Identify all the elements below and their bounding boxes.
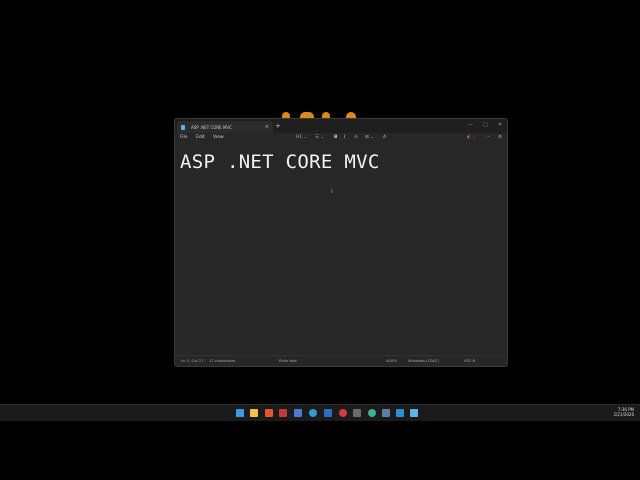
italic-button[interactable]: I	[344, 135, 345, 140]
menu-view[interactable]: View	[213, 135, 224, 140]
document-text[interactable]: ASP .NET CORE MVC	[180, 151, 380, 173]
editor-area[interactable]: ASP .NET CORE MVC I	[175, 145, 507, 356]
tab-title: ASP .NET CORE MVC	[191, 124, 232, 130]
notepad-window: ASP .NET CORE MVC × + — □ ✕ File Edit Vi…	[174, 118, 508, 367]
app-icon[interactable]	[294, 409, 302, 417]
menu-bar: File Edit View H1 ⌄ ☰ ⌄ B I ⊘ ⊞ ⌄ A̷ ◐ ⌄…	[175, 133, 507, 143]
clear-formatting-icon[interactable]: A̷	[383, 135, 386, 140]
system-clock[interactable]: 7:36 PM 2/21/2026	[613, 407, 634, 417]
clock-date: 2/21/2026	[613, 412, 634, 417]
menu-edit[interactable]: Edit	[196, 135, 205, 140]
status-bar: Ln 1, Col 17 17 characters Plain text 40…	[175, 355, 507, 366]
notepad-icon	[181, 124, 185, 130]
line-ending[interactable]: Windows (CRLF)	[408, 358, 439, 363]
copilot-dropdown[interactable]: ◐ ⌄	[467, 135, 476, 140]
app-icon[interactable]	[279, 409, 287, 417]
new-tab-button[interactable]: +	[275, 121, 281, 131]
app-icon[interactable]	[339, 409, 347, 417]
heading-dropdown[interactable]: H1 ⌄	[296, 135, 307, 140]
vscode-icon[interactable]	[396, 409, 404, 417]
table-dropdown[interactable]: ⊞ ⌄	[365, 135, 374, 140]
app-icon[interactable]	[353, 409, 361, 417]
file-format: Plain text	[279, 358, 297, 363]
settings-icon[interactable]: ⚙	[498, 135, 502, 140]
character-count: 17 characters	[209, 358, 236, 363]
notepad-taskbar-icon[interactable]	[410, 409, 418, 417]
tab-document[interactable]: ASP .NET CORE MVC ×	[177, 121, 273, 133]
close-tab-icon[interactable]: ×	[265, 124, 269, 130]
app-icon[interactable]	[324, 409, 332, 417]
file-explorer-icon[interactable]	[250, 409, 258, 417]
taskbar: 7:36 PM 2/21/2026	[0, 404, 640, 421]
minimize-button[interactable]: —	[468, 120, 473, 130]
encoding[interactable]: UTF-8	[464, 358, 475, 363]
maximize-button[interactable]: □	[483, 120, 488, 130]
app-icon[interactable]	[382, 409, 390, 417]
app-icon[interactable]	[368, 409, 376, 417]
text-cursor-icon: I	[331, 188, 333, 195]
title-bar: ASP .NET CORE MVC × + — □ ✕	[175, 119, 507, 133]
more-options-icon[interactable]: ⋯	[486, 135, 491, 140]
windows-start-icon[interactable]	[236, 409, 244, 417]
bold-button[interactable]: B	[334, 135, 337, 140]
list-dropdown[interactable]: ☰ ⌄	[315, 135, 324, 140]
close-button[interactable]: ✕	[498, 120, 502, 130]
link-icon[interactable]: ⊘	[354, 135, 358, 140]
zoom-level[interactable]: 400%	[386, 358, 397, 363]
brave-icon[interactable]	[265, 409, 273, 417]
menu-file[interactable]: File	[180, 135, 188, 140]
cursor-position: Ln 1, Col 17	[181, 358, 204, 363]
edge-icon[interactable]	[309, 409, 317, 417]
